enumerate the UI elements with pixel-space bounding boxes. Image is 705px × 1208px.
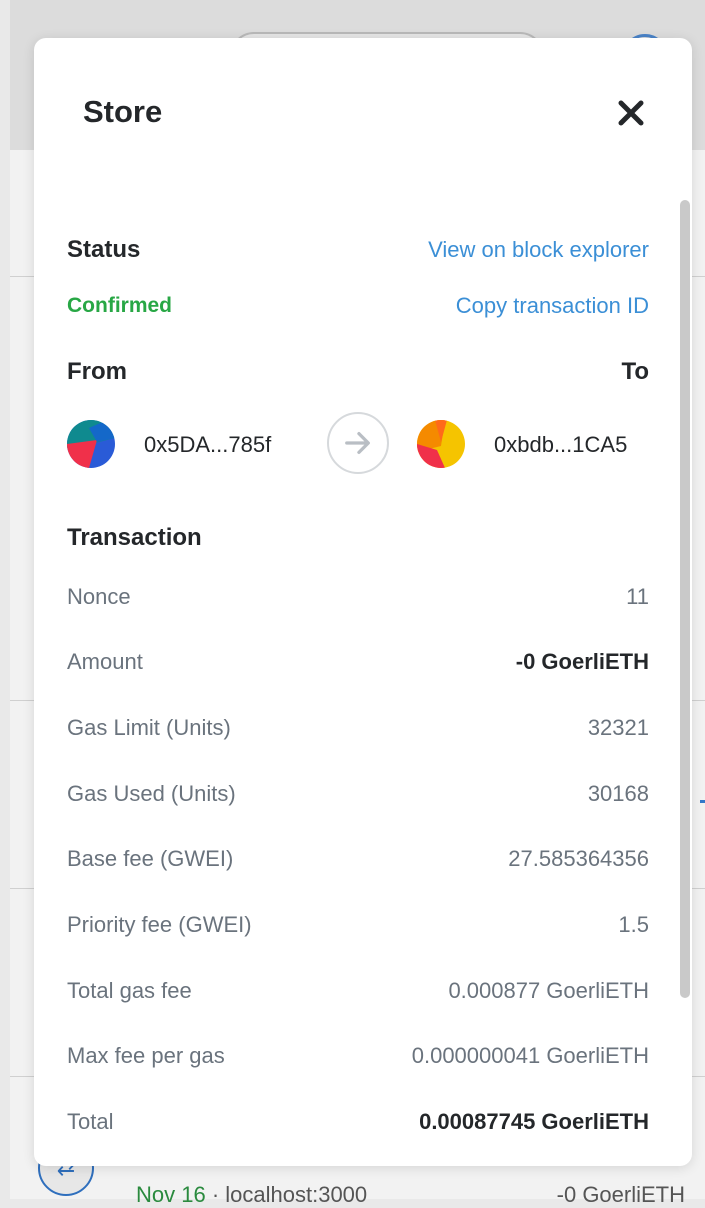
arrow-right-icon	[327, 412, 389, 474]
transaction-header: Transaction	[67, 518, 649, 558]
tx-row-value: 1.5	[618, 912, 649, 937]
copy-transaction-id-link[interactable]: Copy transaction ID	[456, 293, 649, 319]
jazzicon-to-icon	[417, 420, 465, 468]
tx-row-value: 27.585364356	[508, 846, 649, 871]
activity-row-origin: · localhost:3000	[205, 1182, 368, 1207]
tx-row-nonce: Nonce 11	[67, 577, 649, 617]
status-label: Status	[67, 236, 141, 263]
to-address[interactable]: 0xbdb...1CA5	[494, 432, 627, 458]
tx-row-amount: Amount -0 GoerliETH	[67, 642, 649, 682]
tx-row-total-gas-fee: Total gas fee 0.000877 GoerliETH	[67, 971, 649, 1011]
activity-row-subtitle[interactable]: Nov 16 · localhost:3000	[136, 1182, 367, 1208]
tx-row-gas-used: Gas Used (Units) 30168	[67, 774, 649, 814]
from-to-header: From To	[67, 352, 649, 392]
address-row: 0x5DA...785f 0xbdb...1CA5	[67, 412, 649, 478]
from-account-avatar[interactable]	[67, 420, 115, 468]
tx-row-value: 32321	[587, 715, 649, 740]
tx-row-priority-fee: Priority fee (GWEI) 1.5	[67, 905, 649, 945]
tx-row-value: -0 GoerliETH	[515, 649, 649, 674]
close-button[interactable]	[608, 90, 654, 136]
tx-row-gas-limit: Gas Limit (Units) 32321	[67, 708, 649, 748]
tx-row-value: 30168	[587, 781, 649, 806]
jazzicon-from-icon	[67, 420, 115, 468]
tx-row-value: 0.00087745 GoerliETH	[419, 1109, 649, 1134]
from-label: From	[67, 358, 127, 385]
active-tab-indicator	[700, 800, 705, 803]
tx-row-label: Nonce	[67, 584, 131, 609]
transaction-details-modal: Store Status View on block explorer Conf…	[34, 38, 692, 1166]
status-badge: Confirmed	[67, 294, 172, 317]
tx-row-label: Total	[67, 1109, 114, 1134]
transaction-label: Transaction	[67, 524, 202, 551]
status-value-row: Confirmed Copy transaction ID	[67, 286, 649, 326]
tx-row-label: Total gas fee	[67, 978, 192, 1003]
tx-row-label: Gas Used (Units)	[67, 781, 236, 806]
to-label: To	[621, 358, 649, 385]
tx-row-label: Base fee (GWEI)	[67, 846, 234, 871]
tx-row-total: Total 0.00087745 GoerliETH	[67, 1102, 649, 1142]
modal-title: Store	[83, 94, 163, 129]
tx-row-value: 11	[626, 584, 649, 609]
tx-row-value: 0.000000041 GoerliETH	[411, 1043, 649, 1068]
scrollbar[interactable]	[680, 200, 690, 998]
view-on-block-explorer-link[interactable]: View on block explorer	[428, 237, 649, 263]
tx-row-base-fee: Base fee (GWEI) 27.585364356	[67, 839, 649, 879]
tx-row-label: Max fee per gas	[67, 1043, 225, 1068]
from-address[interactable]: 0x5DA...785f	[144, 432, 271, 458]
to-account-avatar[interactable]	[417, 420, 465, 468]
tx-row-label: Amount	[67, 649, 143, 674]
tx-row-max-fee-per-gas: Max fee per gas 0.000000041 GoerliETH	[67, 1036, 649, 1076]
activity-row-amount: -0 GoerliETH	[556, 1182, 685, 1207]
tx-row-value: 0.000877 GoerliETH	[448, 978, 649, 1003]
tx-row-label: Gas Limit (Units)	[67, 715, 231, 740]
status-row: Status View on block explorer	[67, 230, 649, 270]
tx-row-label: Priority fee (GWEI)	[67, 912, 252, 937]
close-icon	[618, 100, 644, 126]
activity-row-date: Nov 16	[136, 1182, 206, 1207]
